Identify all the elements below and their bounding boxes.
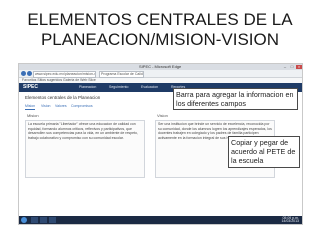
tab-valores[interactable]: Valores <box>55 103 67 109</box>
taskbar-media-icon[interactable] <box>49 217 56 223</box>
maximize-icon[interactable]: □ <box>289 65 295 69</box>
browser-tab[interactable]: Programa Escolar de Calidad - SIPEC <box>99 71 144 78</box>
mission-textarea[interactable]: La escuela primaria "Libertador" ofrece … <box>25 120 145 178</box>
minimize-icon[interactable]: – <box>282 65 288 69</box>
page-heading: Elementos centrales de la Planeacion <box>25 95 101 100</box>
menu-evaluacion[interactable]: Evaluacion <box>141 85 158 90</box>
close-icon[interactable]: × <box>296 65 302 69</box>
taskbar-folder-icon[interactable] <box>40 217 47 223</box>
taskbar-explorer-icon[interactable] <box>31 217 38 223</box>
callout-info-bar: Barra para agregar la informacion en los… <box>173 88 298 110</box>
taskbar: 05:09 p.m. 14/03/2013 <box>19 216 302 224</box>
app-logo: SIPEC <box>23 84 39 90</box>
mission-label: Mision <box>27 113 39 118</box>
tab-mision[interactable]: Mision <box>25 103 36 110</box>
browser-toolbar: www.sipec.edu.mx/planeacion/mision-visio… <box>19 70 302 78</box>
tab-compromisos[interactable]: Compromisos <box>71 103 93 109</box>
start-icon[interactable] <box>21 217 27 223</box>
back-icon[interactable] <box>21 71 26 76</box>
address-bar[interactable]: www.sipec.edu.mx/planeacion/mision-visio… <box>33 71 96 78</box>
menu-seguimiento[interactable]: Seguimiento <box>109 85 128 90</box>
forward-icon[interactable] <box>27 71 32 76</box>
slide-title-line-1: ELEMENTOS CENTRALES DE LA <box>27 10 293 29</box>
vision-label: Vision <box>157 113 168 118</box>
slide-title-line-2: PLANEACION/MISION-VISION <box>40 30 280 49</box>
menu-planeacion[interactable]: Planeacion <box>79 85 96 90</box>
callout-copy-paste: Copiar y pegar de acuerdo al PETE de la … <box>228 136 300 168</box>
clock-date: 14/03/2013 <box>281 219 299 223</box>
slide-title: ELEMENTOS CENTRALES DE LA PLANEACION/MIS… <box>0 10 320 50</box>
taskbar-clock: 05:09 p.m. 14/03/2013 <box>281 216 299 223</box>
tab-vision[interactable]: Vision <box>41 103 50 109</box>
